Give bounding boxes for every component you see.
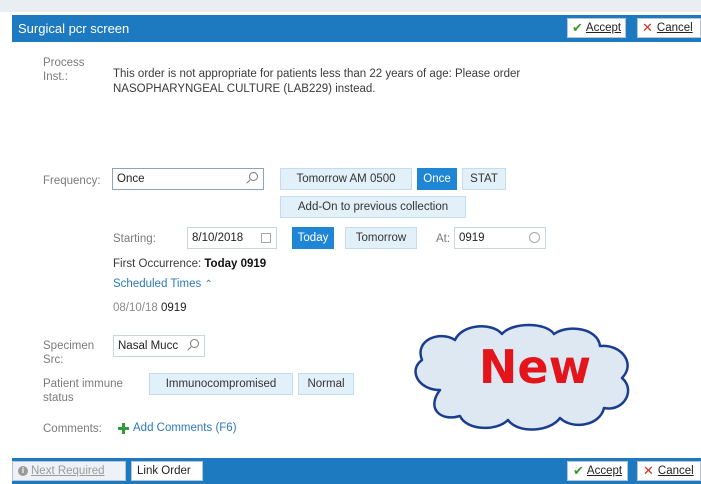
link-order-button[interactable]: Link Order xyxy=(131,461,203,481)
checkmark-icon: ✔ xyxy=(572,20,583,35)
start-date-value: 8/10/2018 xyxy=(192,232,244,244)
start-time-input[interactable]: 0919 xyxy=(454,227,546,249)
scheduled-times-label: Scheduled Times xyxy=(113,278,202,290)
process-inst-label: Process Inst.: xyxy=(43,57,85,83)
search-icon[interactable] xyxy=(249,172,258,181)
start-date-input[interactable]: 8/10/2018 xyxy=(187,227,277,249)
specimen-label: Specimen Src: xyxy=(43,340,95,366)
dialog-footer: i Next Required Link Order ✔ Accept ✕ Ca… xyxy=(12,458,701,484)
frequency-label: Frequency: xyxy=(43,175,101,187)
cancel-button-bottom[interactable]: ✕ Cancel xyxy=(637,461,701,481)
scheduled-times-toggle[interactable]: Scheduled Times ⌃ xyxy=(113,278,213,290)
start-time-value: 0919 xyxy=(459,232,485,244)
cancel-button-top[interactable]: ✕ Cancel xyxy=(637,18,701,38)
specimen-value: Nasal Mucc xyxy=(118,340,179,352)
starting-label: Starting: xyxy=(113,233,156,245)
dialog-header: Surgical pcr screen ✔ Accept ✕ Cancel xyxy=(12,15,701,42)
next-required-button[interactable]: i Next Required xyxy=(12,461,126,481)
first-occurrence: First Occurrence: Today 0919 xyxy=(113,257,266,272)
new-callout-text: New xyxy=(478,340,592,394)
search-icon[interactable] xyxy=(190,339,199,348)
frequency-value: Once xyxy=(117,173,145,185)
comments-label: Comments: xyxy=(43,423,102,435)
frequency-option-add-on[interactable]: Add-On to previous collection xyxy=(280,196,466,218)
info-icon: i xyxy=(18,466,28,476)
tomorrow-button[interactable]: Tomorrow xyxy=(345,227,417,249)
next-required-label: Next Required xyxy=(31,465,105,477)
cancel-label: Cancel xyxy=(657,465,694,477)
immune-option-normal[interactable]: Normal xyxy=(298,373,354,395)
add-comments-link[interactable]: Add Comments (F6) xyxy=(133,422,237,434)
specimen-input[interactable]: Nasal Mucc xyxy=(113,335,205,357)
frequency-input[interactable]: Once xyxy=(112,168,264,190)
scheduled-time: 0919 xyxy=(160,302,187,314)
accept-button-top[interactable]: ✔ Accept xyxy=(567,18,627,38)
at-label: At: xyxy=(436,233,451,245)
accept-label: Accept xyxy=(585,22,622,34)
first-occurrence-label: First Occurrence: xyxy=(113,258,202,270)
cancel-label: Cancel xyxy=(656,22,693,34)
accept-button-bottom[interactable]: ✔ Accept xyxy=(567,461,629,481)
background-window-strip xyxy=(0,0,701,12)
clock-icon[interactable] xyxy=(529,232,540,243)
immune-status-label: Patient immune status xyxy=(43,378,123,404)
process-inst-text: This order is not appropriate for patien… xyxy=(113,68,521,95)
frequency-option-tomorrow-am[interactable]: Tomorrow AM 0500 xyxy=(280,168,412,190)
dialog-title: Surgical pcr screen xyxy=(18,21,130,36)
checkmark-icon: ✔ xyxy=(573,463,584,478)
scheduled-time-entry: 08/10/18 0919 xyxy=(113,301,187,316)
today-button[interactable]: Today xyxy=(292,227,334,249)
immune-option-immunocompromised[interactable]: Immunocompromised xyxy=(149,373,293,395)
accept-label: Accept xyxy=(586,465,623,477)
calendar-icon[interactable] xyxy=(261,233,271,243)
frequency-option-once[interactable]: Once xyxy=(417,168,457,190)
frequency-option-stat[interactable]: STAT xyxy=(462,168,506,190)
close-x-icon: ✕ xyxy=(642,20,653,35)
first-occurrence-value: Today 0919 xyxy=(204,258,267,270)
close-x-icon: ✕ xyxy=(643,463,654,478)
plus-icon xyxy=(118,423,129,434)
scheduled-date: 08/10/18 xyxy=(113,302,158,314)
chevron-up-icon: ⌃ xyxy=(204,279,213,290)
